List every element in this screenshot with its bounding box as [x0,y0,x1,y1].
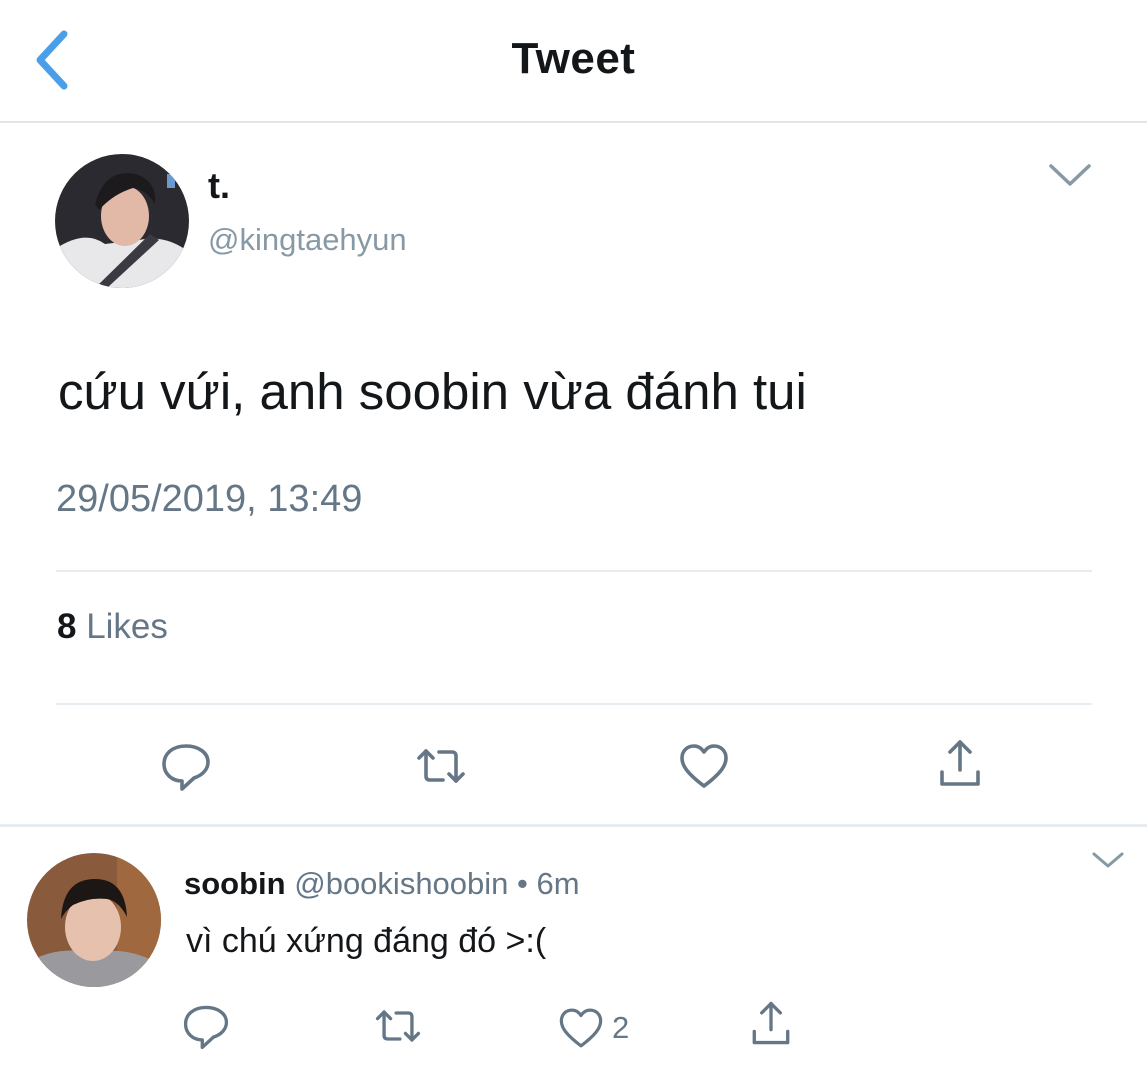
header-divider [0,121,1147,123]
reply-text: vì chú xứng đáng đó >:( [186,922,547,960]
reply-meta: soobin @bookishoobin • 6m [184,866,580,902]
reply-like-button[interactable]: 2 [556,1002,629,1054]
chevron-down-icon [1092,852,1124,868]
tweet-timestamp: 29/05/2019, 13:49 [56,478,363,520]
share-icon [940,740,980,786]
reply-share-button[interactable] [745,998,797,1050]
avatar[interactable] [55,154,189,288]
likes-stat[interactable]: 8 Likes [57,607,168,647]
page-title: Tweet [511,34,636,83]
reply-options-button[interactable] [1088,848,1128,874]
tweet-options-button[interactable] [1045,158,1095,194]
reply-handle[interactable]: @bookishoobin [294,866,508,901]
reply-icon [183,1005,229,1050]
display-name[interactable]: t. [208,165,230,207]
meta-separator: • [517,866,528,901]
reply-icon [162,744,210,791]
like-count: 2 [612,1010,630,1045]
section-divider [0,824,1147,827]
share-icon [752,1001,790,1045]
like-icon [559,1008,603,1048]
divider [56,703,1092,705]
reply-retweet-button[interactable] [372,1000,424,1052]
retweet-button[interactable] [413,738,469,794]
likes-label: Likes [76,607,168,646]
avatar[interactable] [27,853,161,987]
retweet-icon [417,749,465,783]
reply-reply-button[interactable] [180,1000,232,1052]
chevron-down-icon [1049,164,1091,186]
likes-count: 8 [57,607,77,646]
reply-button[interactable] [158,738,214,794]
reply-display-name[interactable]: soobin [184,866,286,901]
tweet-text: cứu vứi, anh soobin vừa đánh tui [58,363,807,420]
share-button[interactable] [932,736,988,792]
user-handle[interactable]: @kingtaehyun [208,222,407,258]
like-button[interactable] [676,738,732,794]
retweet-icon [375,1010,421,1042]
divider [56,570,1092,572]
reply-time[interactable]: 6m [537,866,580,901]
like-icon [680,744,728,788]
